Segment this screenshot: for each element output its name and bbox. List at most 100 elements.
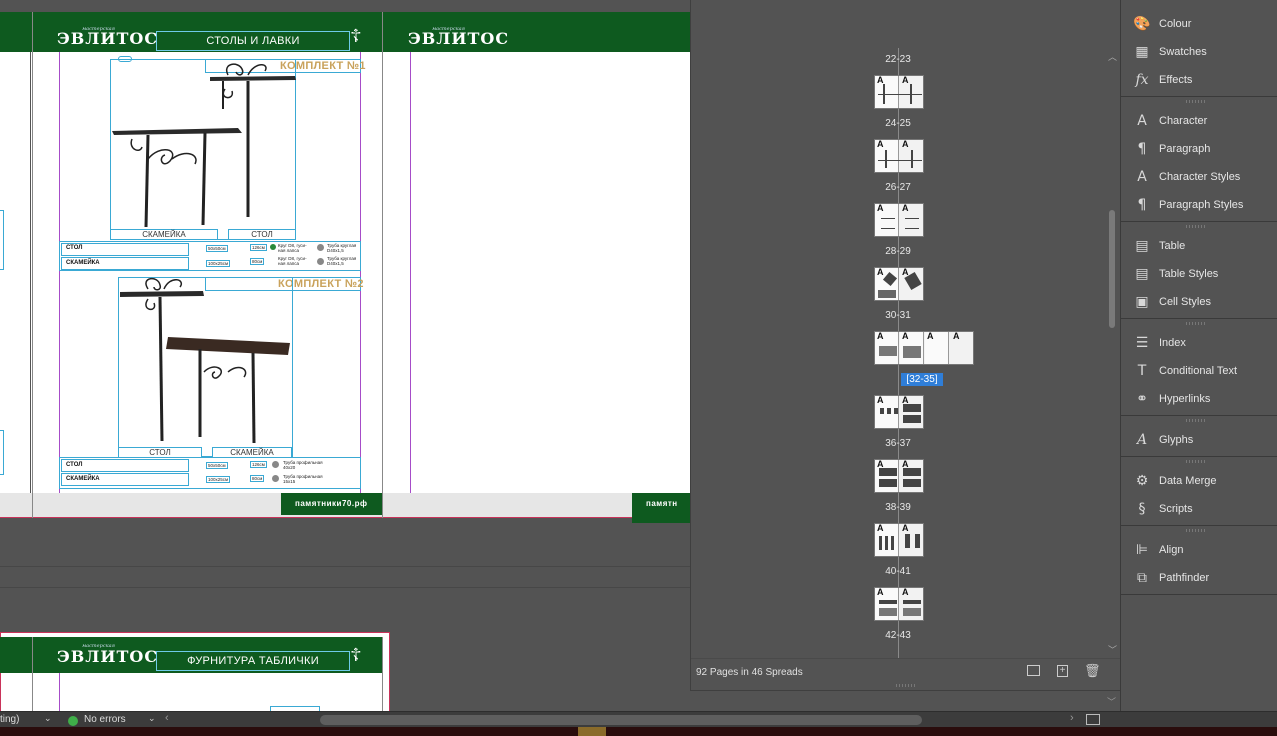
scroll-thumb[interactable] bbox=[1109, 210, 1115, 328]
edit-page-size-icon[interactable] bbox=[1027, 665, 1040, 676]
spread-label[interactable]: 36-37 bbox=[873, 438, 923, 449]
dock-label: Paragraph Styles bbox=[1159, 199, 1244, 211]
table-styles-icon: ▤ bbox=[1135, 266, 1149, 282]
dock-pathfinder[interactable]: ⧉ Pathfinder bbox=[1121, 564, 1271, 592]
new-page-icon[interactable]: + bbox=[1057, 665, 1068, 677]
dock-colour[interactable]: 🎨 Colour bbox=[1121, 10, 1271, 38]
spread-thumb-42-43[interactable]: A A bbox=[874, 587, 924, 621]
status-preflight-profile[interactable]: ting) bbox=[0, 714, 19, 725]
horizontal-scroll-thumb[interactable] bbox=[320, 715, 922, 725]
pages-panel-bottom: ﹀ bbox=[690, 690, 1120, 711]
dock-character[interactable]: A Character bbox=[1121, 107, 1271, 135]
page-left-edge bbox=[0, 12, 30, 493]
dock-scripts[interactable]: § Scripts bbox=[1121, 495, 1271, 523]
page-blank-right[interactable] bbox=[383, 12, 690, 493]
delete-page-icon[interactable]: 🗑 bbox=[1084, 663, 1101, 679]
scroll-down-arrow-icon[interactable]: ﹀ bbox=[1108, 643, 1117, 656]
dock-separator bbox=[1121, 221, 1277, 222]
margin-guide bbox=[382, 637, 383, 712]
panel-resize-grip[interactable] bbox=[896, 684, 916, 687]
spread-label[interactable]: 40-41 bbox=[873, 566, 923, 577]
kit1-caption-table: СТОЛ bbox=[228, 229, 296, 240]
conditional-text-icon: T bbox=[1137, 363, 1147, 379]
dock-swatches[interactable]: ▦ Swatches bbox=[1121, 38, 1271, 66]
horizontal-scrollbar[interactable] bbox=[178, 715, 1068, 725]
section-title-fittings[interactable]: ФУРНИТУРА ТАБЛИЧКИ bbox=[156, 651, 350, 671]
scroll-right-icon[interactable]: › bbox=[1070, 712, 1074, 724]
preflight-dropdown-icon[interactable]: ⌄ bbox=[148, 713, 156, 724]
side-frame[interactable] bbox=[0, 210, 4, 270]
dock-grip[interactable] bbox=[1186, 529, 1206, 532]
dock-align[interactable]: ⊫ Align bbox=[1121, 536, 1271, 564]
kit1-material-2: Труба круглая D40х1,5 bbox=[327, 243, 357, 253]
profile-dropdown-icon[interactable]: ⌄ bbox=[44, 713, 52, 724]
split-view-icon[interactable] bbox=[1086, 714, 1100, 725]
taskbar-app-icon[interactable] bbox=[578, 727, 606, 736]
dock-label: Glyphs bbox=[1159, 434, 1194, 446]
spread-thumb-30-31[interactable]: A A bbox=[874, 267, 924, 301]
dock-cell-styles[interactable]: ▣ Cell Styles bbox=[1121, 288, 1271, 316]
dock-grip[interactable] bbox=[1186, 100, 1206, 103]
document-canvas[interactable]: мастерская ЭВЛИТОС СТОЛЫ И ЛАВКИ ☦ масте… bbox=[0, 0, 690, 712]
kit1-height-2: 80см bbox=[250, 258, 265, 265]
spread-gap-line-2 bbox=[0, 587, 690, 588]
glyphs-icon: A bbox=[1136, 432, 1148, 448]
dock-label: Colour bbox=[1159, 18, 1192, 30]
dock-glyphs[interactable]: A Glyphs bbox=[1121, 426, 1271, 454]
logo-evlitos-2: ЭВЛИТОС bbox=[408, 29, 510, 48]
material-swatch bbox=[272, 461, 279, 468]
dock-label: Character Styles bbox=[1159, 171, 1241, 183]
dock-grip[interactable] bbox=[1186, 322, 1206, 325]
section-title-tables[interactable]: СТОЛЫ И ЛАВКИ bbox=[156, 31, 350, 51]
dock-label: Align bbox=[1159, 544, 1184, 556]
dock-conditional-text[interactable]: T Conditional Text bbox=[1121, 357, 1271, 385]
dock-table[interactable]: ▤ Table bbox=[1121, 232, 1271, 260]
side-frame[interactable] bbox=[0, 430, 4, 475]
dock-label: Table bbox=[1159, 240, 1186, 252]
spread-label[interactable]: 28-29 bbox=[873, 246, 923, 257]
dock-character-styles[interactable]: A Character Styles bbox=[1121, 163, 1271, 191]
dock-grip[interactable] bbox=[1186, 225, 1206, 228]
dock-label: Index bbox=[1159, 337, 1186, 349]
dock-index[interactable]: ☰ Index bbox=[1121, 329, 1271, 357]
dock-paragraph[interactable]: ¶ Paragraph bbox=[1121, 135, 1271, 163]
dock-hyperlinks[interactable]: ⚭ Hyperlinks bbox=[1121, 385, 1271, 413]
dock-paragraph-styles[interactable]: ¶ Paragraph Styles bbox=[1121, 191, 1271, 219]
dock-effects[interactable]: fx Effects bbox=[1121, 66, 1271, 94]
spread-thumb-38-39[interactable]: A A bbox=[874, 459, 924, 493]
spread-thumb-32-35[interactable]: A A A A bbox=[874, 331, 974, 365]
material-swatch bbox=[317, 244, 324, 251]
spread-thumb-36-37[interactable]: A A bbox=[874, 395, 924, 429]
spread-thumb-40-41[interactable]: A A bbox=[874, 523, 924, 557]
dock-label: Hyperlinks bbox=[1159, 393, 1211, 405]
spread-label[interactable]: 42-43 bbox=[873, 630, 923, 641]
data-merge-icon: ⚙ bbox=[1135, 473, 1149, 489]
margin-guide bbox=[59, 673, 60, 712]
dock-data-merge[interactable]: ⚙ Data Merge bbox=[1121, 467, 1271, 495]
dock-table-styles[interactable]: ▤ Table Styles bbox=[1121, 260, 1271, 288]
orthodox-cross-icon: ☦ bbox=[350, 26, 362, 46]
spread-label[interactable]: 22-23 bbox=[873, 54, 923, 65]
scroll-up-arrow-icon[interactable]: ︿ bbox=[1108, 50, 1117, 63]
table-icon: ▤ bbox=[1135, 238, 1149, 254]
preflight-status[interactable]: No errors bbox=[84, 714, 126, 725]
spread-label[interactable]: 24-25 bbox=[873, 118, 923, 129]
spread-thumb-28-29[interactable]: A A bbox=[874, 203, 924, 237]
kit2-row-table: СТОЛ bbox=[66, 462, 83, 468]
spread-label-selected[interactable]: [32-35] bbox=[901, 373, 943, 386]
dock-grip[interactable] bbox=[1186, 419, 1206, 422]
spread-thumb-26-27[interactable]: A A bbox=[874, 139, 924, 173]
orthodox-cross-icon: ☦ bbox=[350, 645, 362, 665]
scroll-down-icon[interactable]: ﹀ bbox=[1107, 695, 1116, 708]
scroll-left-icon[interactable]: ‹ bbox=[165, 712, 169, 724]
margin-guide bbox=[32, 12, 33, 518]
panel-dock[interactable]: 🎨 Colour ▦ Swatches fx Effects A Character ¶… bbox=[1120, 0, 1277, 712]
spread-thumb-24-25[interactable]: A A bbox=[874, 75, 924, 109]
spine-line bbox=[382, 12, 383, 518]
spread-label[interactable]: 26-27 bbox=[873, 182, 923, 193]
pages-panel[interactable]: ︿ ﹀ 22-23 A A 24-25 A A 26-27 A A 28-29 … bbox=[690, 0, 1120, 690]
spread-label[interactable]: 38-39 bbox=[873, 502, 923, 513]
spread-label[interactable]: 30-31 bbox=[873, 310, 923, 321]
pages-scrollbar[interactable]: ︿ ﹀ bbox=[1105, 50, 1119, 656]
dock-grip[interactable] bbox=[1186, 460, 1206, 463]
